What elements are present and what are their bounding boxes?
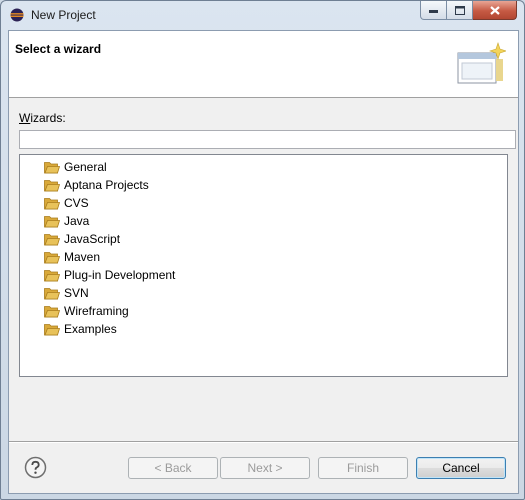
tree-item[interactable]: JavaScript (44, 230, 120, 248)
tree-item-label: JavaScript (64, 232, 121, 246)
tree-item-label: Aptana Projects (64, 178, 149, 192)
tree-item-label: Maven (64, 250, 101, 264)
tree-item[interactable]: SVN (44, 284, 89, 302)
wizard-filter-input[interactable] (19, 130, 516, 149)
folder-icon (44, 251, 60, 263)
folder-icon (44, 323, 60, 335)
window-title: New Project (31, 8, 96, 22)
folder-icon (44, 287, 60, 299)
minimize-icon (429, 9, 438, 13)
folder-icon (44, 215, 60, 227)
folder-icon (44, 197, 60, 209)
folder-icon (44, 233, 60, 245)
window-controls (420, 1, 517, 20)
wizard-header: Select a wizard (9, 31, 518, 98)
tree-item-label: General (64, 160, 107, 174)
tree-item-label: Plug-in Development (64, 268, 176, 282)
new-wizard-banner-icon (457, 42, 506, 84)
dialog-window: New Project Select a wizard Wizards: Gen… (0, 0, 525, 500)
help-icon[interactable] (24, 456, 47, 479)
finish-button[interactable]: Finish (318, 457, 408, 479)
tree-item[interactable]: Wireframing (44, 302, 129, 320)
wizard-tree[interactable]: General Aptana Projects CVS Java JavaScript M… (19, 154, 508, 377)
folder-icon (44, 269, 60, 281)
dialog-content: Select a wizard Wizards: General Aptana P… (8, 30, 519, 494)
tree-item[interactable]: Plug-in Development (44, 266, 175, 284)
next-button[interactable]: Next > (220, 457, 310, 479)
tree-item[interactable]: Java (44, 212, 89, 230)
eclipse-icon (10, 8, 24, 22)
tree-item[interactable]: General (44, 158, 107, 176)
close-button[interactable] (473, 1, 517, 20)
tree-item-label: SVN (64, 286, 89, 300)
title-bar[interactable]: New Project (1, 1, 524, 29)
back-button[interactable]: < Back (128, 457, 218, 479)
page-title: Select a wizard (15, 42, 102, 56)
maximize-button[interactable] (447, 1, 473, 20)
tree-item[interactable]: Maven (44, 248, 100, 266)
close-icon (489, 5, 500, 15)
tree-item-label: Examples (64, 322, 117, 336)
cancel-button[interactable]: Cancel (416, 457, 506, 479)
folder-icon (44, 305, 60, 317)
minimize-button[interactable] (420, 1, 447, 20)
maximize-icon (454, 5, 465, 15)
button-bar-separator (9, 441, 518, 443)
wizards-label: Wizards: (19, 111, 66, 125)
folder-icon (44, 161, 60, 173)
tree-item-label: Wireframing (64, 304, 129, 318)
tree-item-label: CVS (64, 196, 89, 210)
tree-item[interactable]: Examples (44, 320, 117, 338)
tree-item[interactable]: Aptana Projects (44, 176, 149, 194)
tree-item-label: Java (64, 214, 90, 228)
folder-icon (44, 179, 60, 191)
tree-item[interactable]: CVS (44, 194, 89, 212)
